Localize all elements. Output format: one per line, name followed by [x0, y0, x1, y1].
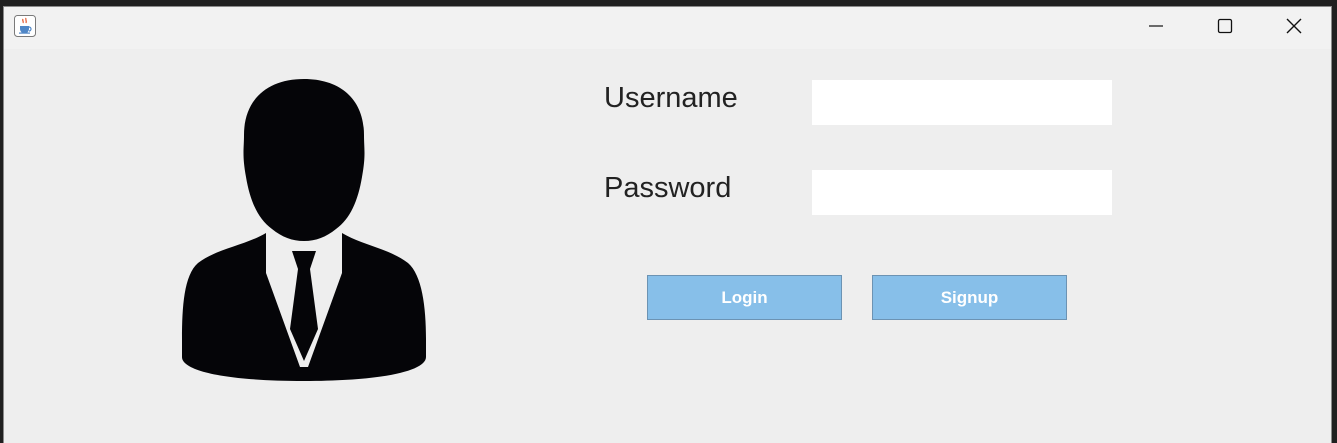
username-label: Username — [604, 82, 738, 114]
password-label: Password — [604, 172, 732, 204]
username-field[interactable] — [812, 80, 1112, 125]
close-button[interactable] — [1260, 7, 1328, 49]
maximize-icon — [1217, 18, 1233, 39]
close-icon — [1285, 17, 1303, 40]
signup-button[interactable]: Signup — [872, 275, 1067, 320]
minimize-icon — [1148, 18, 1164, 39]
maximize-button[interactable] — [1191, 7, 1259, 49]
login-window: Username Password Login Signup — [3, 6, 1332, 443]
minimize-button[interactable] — [1122, 7, 1190, 49]
title-bar[interactable] — [4, 7, 1331, 49]
password-field[interactable] — [812, 170, 1112, 215]
login-button[interactable]: Login — [647, 275, 842, 320]
login-panel: Username Password Login Signup — [4, 49, 1331, 443]
user-silhouette-icon — [176, 77, 428, 382]
java-cup-icon — [14, 15, 36, 37]
